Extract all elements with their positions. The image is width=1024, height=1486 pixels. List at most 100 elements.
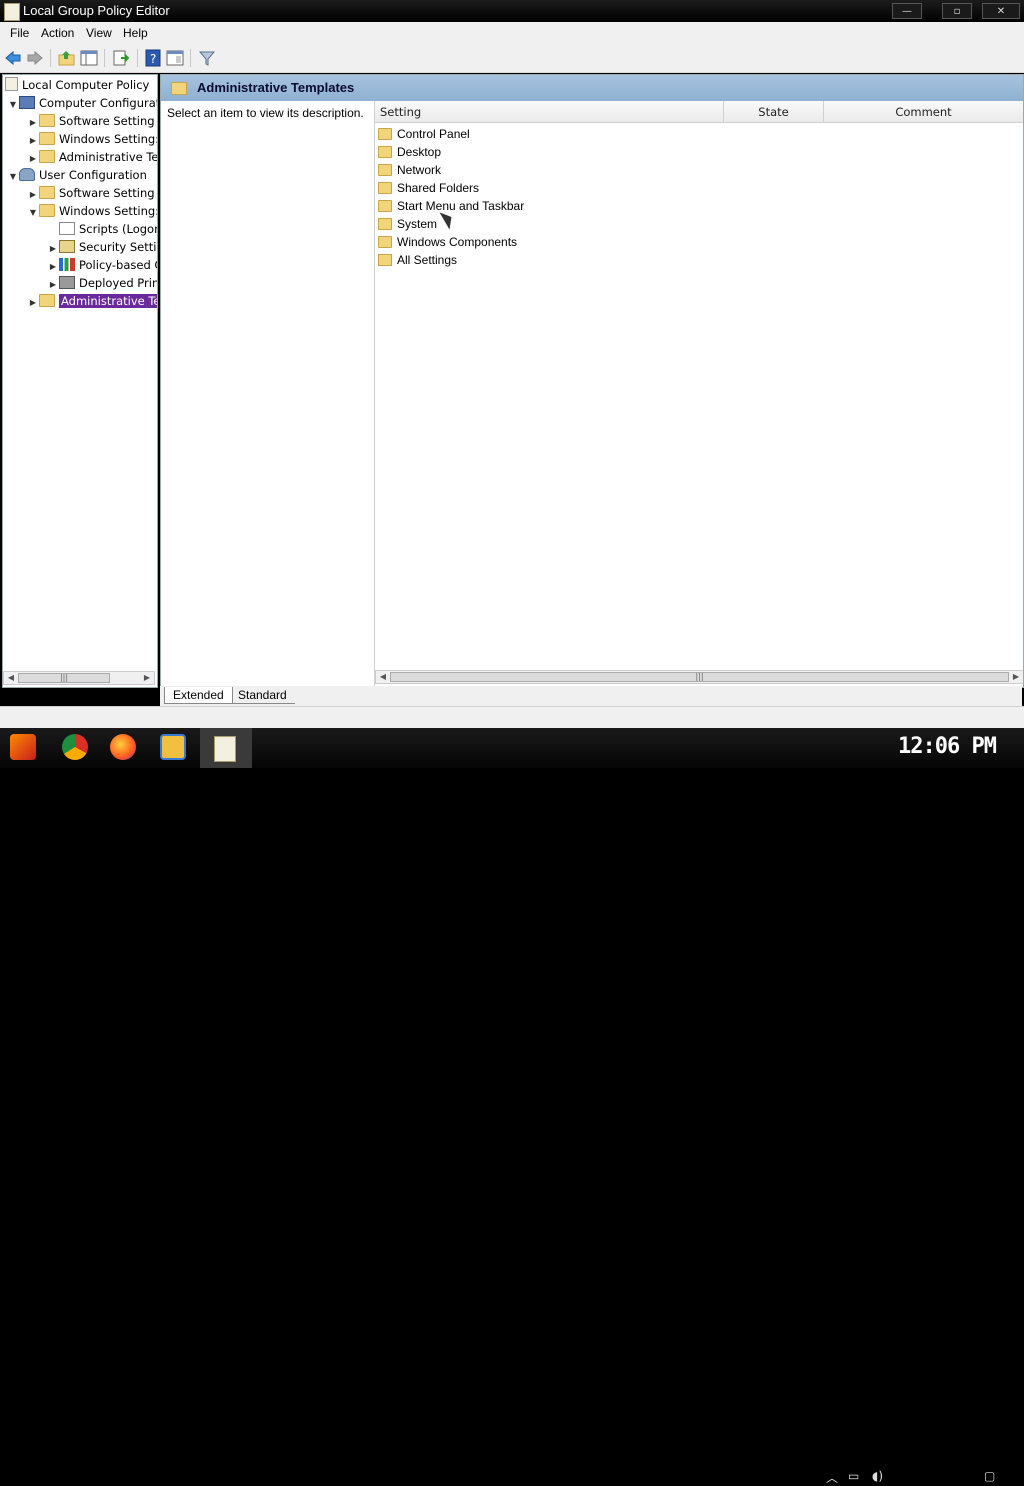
scrollbar-thumb[interactable]: ||| xyxy=(390,672,1009,682)
status-bar xyxy=(0,706,1024,729)
tree-node-scripts[interactable]: Scripts (Logon xyxy=(47,221,157,238)
group-policy-editor-icon[interactable] xyxy=(200,728,252,768)
description-text: Select an item to view its description. xyxy=(167,106,364,120)
folder-icon xyxy=(378,200,392,212)
security-lock-icon xyxy=(59,240,75,253)
menu-view[interactable]: View xyxy=(86,26,112,40)
expand-chevron-icon[interactable]: ▶ xyxy=(27,114,39,131)
tree-node-computer-configuration[interactable]: ▼ Computer Configurati xyxy=(7,95,157,113)
tree-horizontal-scrollbar[interactable]: ◀ ||| ▶ xyxy=(3,671,155,685)
list-item-shared-folders[interactable]: Shared Folders xyxy=(378,179,479,197)
tree-node-cc-administrative-templates[interactable]: ▶ Administrative Te xyxy=(27,149,157,167)
menu-action[interactable]: Action xyxy=(41,26,74,40)
column-header-state[interactable]: State xyxy=(724,101,824,123)
list-item-start-menu-and-taskbar[interactable]: Start Menu and Taskbar xyxy=(378,197,524,215)
minimize-button[interactable]: — xyxy=(892,3,922,19)
scroll-left-icon[interactable]: ◀ xyxy=(376,671,390,683)
tab-standard[interactable]: Standard xyxy=(230,687,295,704)
export-list-icon[interactable] xyxy=(112,49,130,67)
scroll-left-icon[interactable]: ◀ xyxy=(4,672,18,684)
folder-icon xyxy=(378,218,392,230)
tree-node-uc-windows-settings[interactable]: ▼ Windows Setting: xyxy=(27,203,157,221)
expand-chevron-icon[interactable]: ▶ xyxy=(27,150,39,167)
menu-bar: File Action View Help xyxy=(0,22,1024,44)
tree-node-local-computer-policy[interactable]: Local Computer Policy xyxy=(5,77,149,94)
start-button[interactable] xyxy=(10,734,36,760)
collapse-chevron-icon[interactable]: ▼ xyxy=(7,168,19,185)
tree-node-user-configuration[interactable]: ▼ User Configuration xyxy=(7,167,147,184)
column-header-setting[interactable]: Setting xyxy=(375,101,724,123)
tree-node-cc-software-settings[interactable]: ▶ Software Setting xyxy=(27,113,155,130)
taskbar: ︿ ▭ ◖) ▢ xyxy=(0,728,1024,1485)
column-header-comment[interactable]: Comment xyxy=(824,101,1023,123)
script-icon xyxy=(59,222,75,235)
tree-node-policy-based-qos[interactable]: ▶ Policy-based C xyxy=(47,257,157,275)
scroll-right-icon[interactable]: ▶ xyxy=(140,672,154,684)
expand-chevron-icon[interactable]: ▶ xyxy=(27,132,39,149)
toolbar: ? xyxy=(0,44,1024,73)
close-button[interactable]: ✕ xyxy=(982,3,1020,19)
folder-icon xyxy=(39,186,55,199)
forward-arrow-icon[interactable] xyxy=(26,49,44,67)
menu-file[interactable]: File xyxy=(10,26,29,40)
chrome-icon[interactable] xyxy=(62,734,88,760)
folder-icon xyxy=(378,236,392,248)
folder-icon xyxy=(378,164,392,176)
list-item-all-settings[interactable]: All Settings xyxy=(378,251,457,269)
tree-node-deployed-printers[interactable]: ▶ Deployed Prin xyxy=(47,275,157,293)
tree-node-cc-windows-settings[interactable]: ▶ Windows Setting: xyxy=(27,131,157,149)
collapse-chevron-icon[interactable]: ▼ xyxy=(7,96,19,113)
collapse-chevron-icon[interactable]: ▼ xyxy=(27,204,39,221)
folder-icon xyxy=(39,132,55,145)
tree-node-uc-administrative-templates[interactable]: ▶ Administrative Te xyxy=(27,293,157,311)
list-item-windows-components[interactable]: Windows Components xyxy=(378,233,517,251)
maximize-button[interactable]: ▫ xyxy=(942,3,972,19)
user-icon xyxy=(19,168,35,181)
volume-icon[interactable]: ◖) xyxy=(872,1469,883,1483)
filter-icon[interactable] xyxy=(198,49,216,67)
back-arrow-icon[interactable] xyxy=(4,49,22,67)
folder-icon xyxy=(171,82,187,95)
scrollbar-thumb[interactable]: ||| xyxy=(18,673,110,683)
taskbar-clock[interactable]: 12:06 PM xyxy=(898,734,997,759)
list-item-control-panel[interactable]: Control Panel xyxy=(378,125,470,143)
printer-icon xyxy=(59,276,75,289)
all-settings-icon xyxy=(378,254,392,266)
list-horizontal-scrollbar[interactable]: ◀ ||| ▶ xyxy=(375,670,1023,684)
computer-icon xyxy=(19,96,35,109)
folder-icon xyxy=(378,182,392,194)
expand-chevron-icon[interactable]: ▶ xyxy=(47,240,59,257)
folder-icon xyxy=(39,114,55,127)
tab-extended[interactable]: Extended xyxy=(164,687,233,704)
file-explorer-icon[interactable] xyxy=(160,734,186,760)
folder-icon xyxy=(39,204,55,217)
menu-help[interactable]: Help xyxy=(123,26,148,40)
expand-chevron-icon[interactable]: ▶ xyxy=(27,294,39,311)
bar-chart-icon xyxy=(59,258,75,271)
show-hide-tree-icon[interactable] xyxy=(80,49,98,67)
network-icon[interactable]: ▭ xyxy=(848,1469,859,1483)
up-folder-icon[interactable] xyxy=(58,49,76,67)
list-item-desktop[interactable]: Desktop xyxy=(378,143,441,161)
folder-icon xyxy=(378,128,392,140)
scroll-right-icon[interactable]: ▶ xyxy=(1009,671,1023,683)
show-hidden-icons-icon[interactable]: ︿ xyxy=(826,1469,838,1486)
expand-chevron-icon[interactable]: ▶ xyxy=(47,276,59,293)
console-tree[interactable]: Local Computer Policy ▼ Computer Configur… xyxy=(2,74,158,688)
expand-chevron-icon[interactable]: ▶ xyxy=(27,186,39,203)
app-icon xyxy=(4,3,20,21)
pane-header: Administrative Templates xyxy=(161,75,1023,101)
properties-icon[interactable] xyxy=(166,49,184,67)
policy-doc-icon xyxy=(5,77,18,91)
firefox-icon[interactable] xyxy=(110,734,136,760)
tree-node-uc-software-settings[interactable]: ▶ Software Setting xyxy=(27,185,155,202)
list-item-system[interactable]: System xyxy=(378,215,437,233)
folder-icon xyxy=(39,294,55,307)
notifications-icon[interactable]: ▢ xyxy=(984,1469,995,1483)
tree-node-security-settings[interactable]: ▶ Security Setti xyxy=(47,239,156,256)
list-item-network[interactable]: Network xyxy=(378,161,441,179)
help-icon[interactable]: ? xyxy=(144,49,162,67)
expand-chevron-icon[interactable]: ▶ xyxy=(47,258,59,275)
settings-list[interactable]: Setting State Comment Control Panel Desk… xyxy=(374,101,1023,687)
view-tabs: Extended Standard xyxy=(160,686,1022,706)
